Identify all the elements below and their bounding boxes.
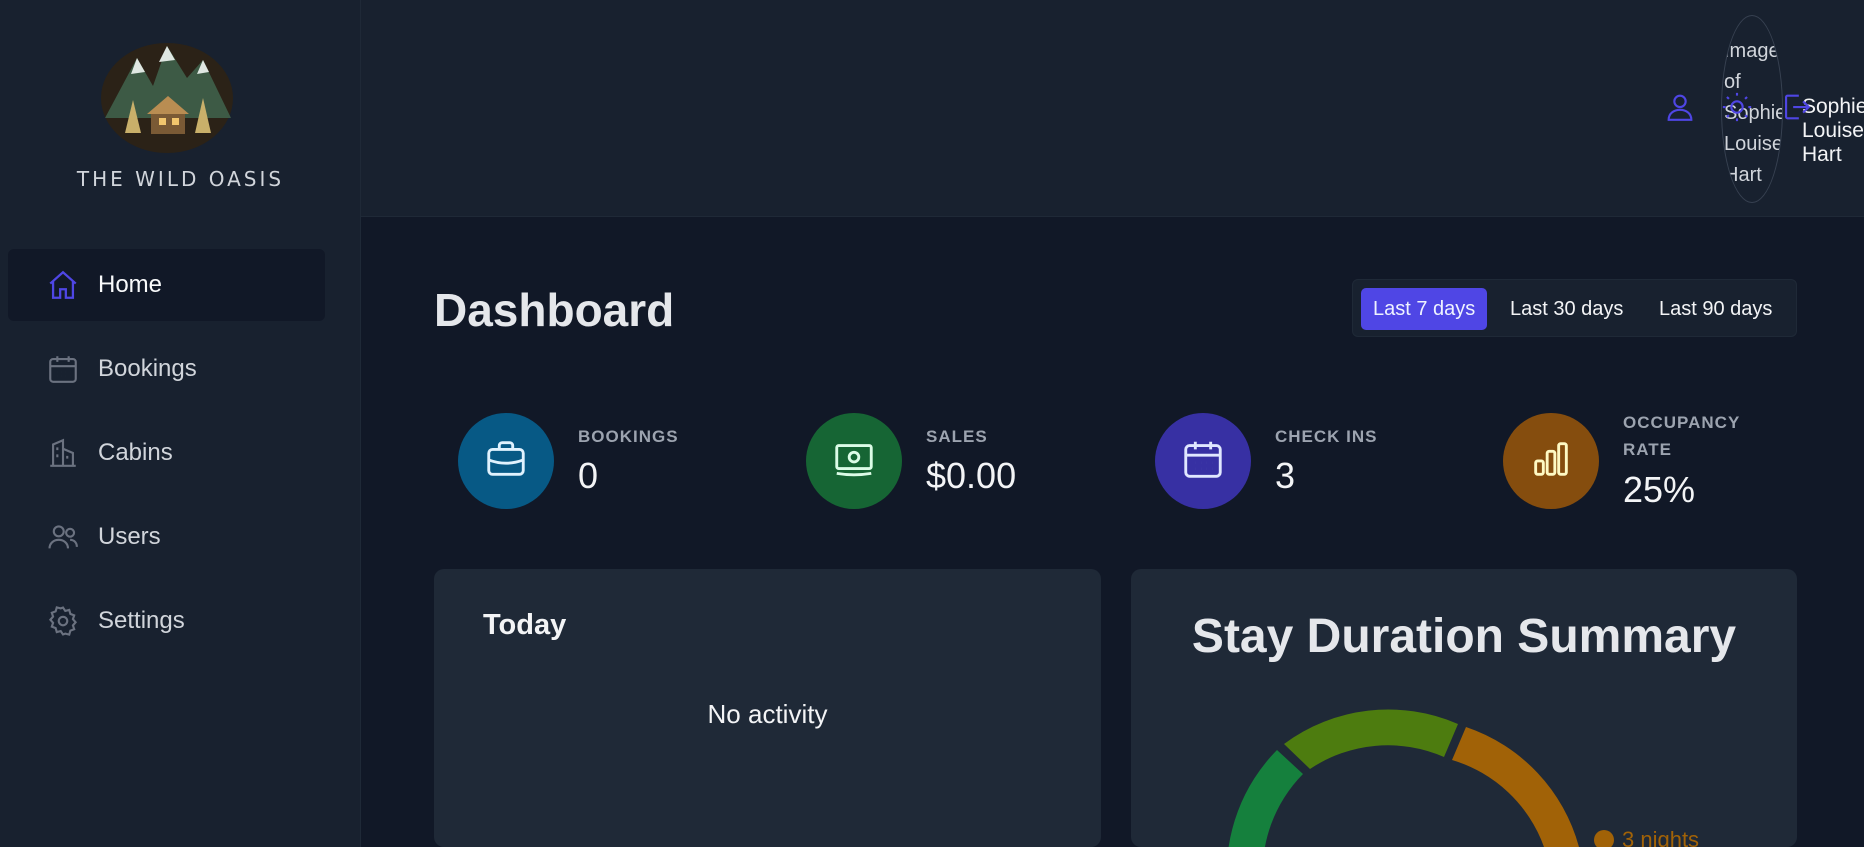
bar-chart-icon — [1528, 436, 1574, 487]
sidebar-item-cabins[interactable]: Cabins — [8, 417, 325, 489]
today-card: Today No activity — [434, 569, 1101, 847]
stat-value: 25% — [1623, 469, 1696, 510]
stat-value: 0 — [578, 455, 599, 496]
filter-last-7-days[interactable]: Last 7 days — [1361, 288, 1488, 330]
calendar-days-icon — [1180, 436, 1226, 487]
stat-value: 3 — [1275, 455, 1296, 496]
sidebar-item-users[interactable]: Users — [8, 501, 325, 573]
stat-value: $0.00 — [926, 455, 1017, 496]
legend-item: 3 nights — [1594, 827, 1699, 847]
filter-last-30-days[interactable]: Last 30 days — [1498, 288, 1635, 330]
filter-last-90-days[interactable]: Last 90 days — [1647, 288, 1784, 330]
sidebar-item-label: Home — [98, 271, 163, 298]
calendar-icon — [46, 352, 98, 386]
logo — [95, 38, 240, 153]
stat-circle — [1503, 413, 1599, 509]
stat-check-ins: CHECK INS 3 — [1155, 413, 1455, 509]
donut-segment — [1284, 709, 1458, 769]
stat-sales: SALES $0.00 — [806, 413, 1106, 509]
donut-chart — [1228, 709, 1579, 847]
donut-segment — [1228, 750, 1303, 847]
stay-duration-chart-card: Stay Duration Summary 3 nights — [1131, 569, 1797, 847]
banknotes-icon — [831, 436, 877, 487]
sidebar-item-home[interactable]: Home — [8, 249, 325, 321]
empty-state-text: No activity — [707, 699, 828, 729]
sidebar-item-label: Bookings — [98, 355, 197, 382]
stat-circle — [458, 413, 554, 509]
legend-label: 3 nights — [1622, 827, 1700, 847]
user-icon[interactable] — [1663, 90, 1697, 124]
stat-label: SALES — [926, 427, 988, 446]
logout-icon[interactable] — [1779, 90, 1813, 124]
stat-occupancy-rate: OCCUPANCY RATE 25% — [1503, 413, 1803, 510]
sidebar-item-bookings[interactable]: Bookings — [8, 333, 325, 405]
stat-label: CHECK INS — [1275, 427, 1378, 446]
cabin-icon — [46, 436, 98, 470]
brand-name: THE WILD OASIS — [76, 167, 285, 191]
sidebar-item-settings[interactable]: Settings — [8, 585, 325, 657]
legend-swatch — [1594, 830, 1614, 847]
today-title: Today — [483, 609, 567, 641]
home-icon — [46, 268, 98, 302]
gear-icon — [46, 604, 98, 638]
sidebar: THE WILD OASIS Home Bookings Cabins User… — [0, 0, 361, 847]
stat-label: BOOKINGS — [578, 427, 679, 446]
donut-segment — [1452, 727, 1579, 847]
briefcase-icon — [483, 436, 529, 487]
page-title: Dashboard — [434, 284, 675, 336]
sun-icon[interactable] — [1720, 90, 1754, 124]
users-icon — [46, 520, 98, 554]
sidebar-item-label: Cabins — [98, 439, 173, 466]
date-range-filter: Last 7 days Last 30 days Last 90 days — [1352, 279, 1797, 337]
sidebar-item-label: Users — [98, 523, 161, 550]
stat-circle — [1155, 413, 1251, 509]
top-header: Image of Sophie Louise Hart Sophie Louis… — [361, 0, 1864, 217]
stat-circle — [806, 413, 902, 509]
stat-label: OCCUPANCY RATE — [1623, 413, 1740, 459]
sidebar-item-label: Settings — [98, 607, 185, 634]
stat-bookings: BOOKINGS 0 — [458, 413, 758, 509]
